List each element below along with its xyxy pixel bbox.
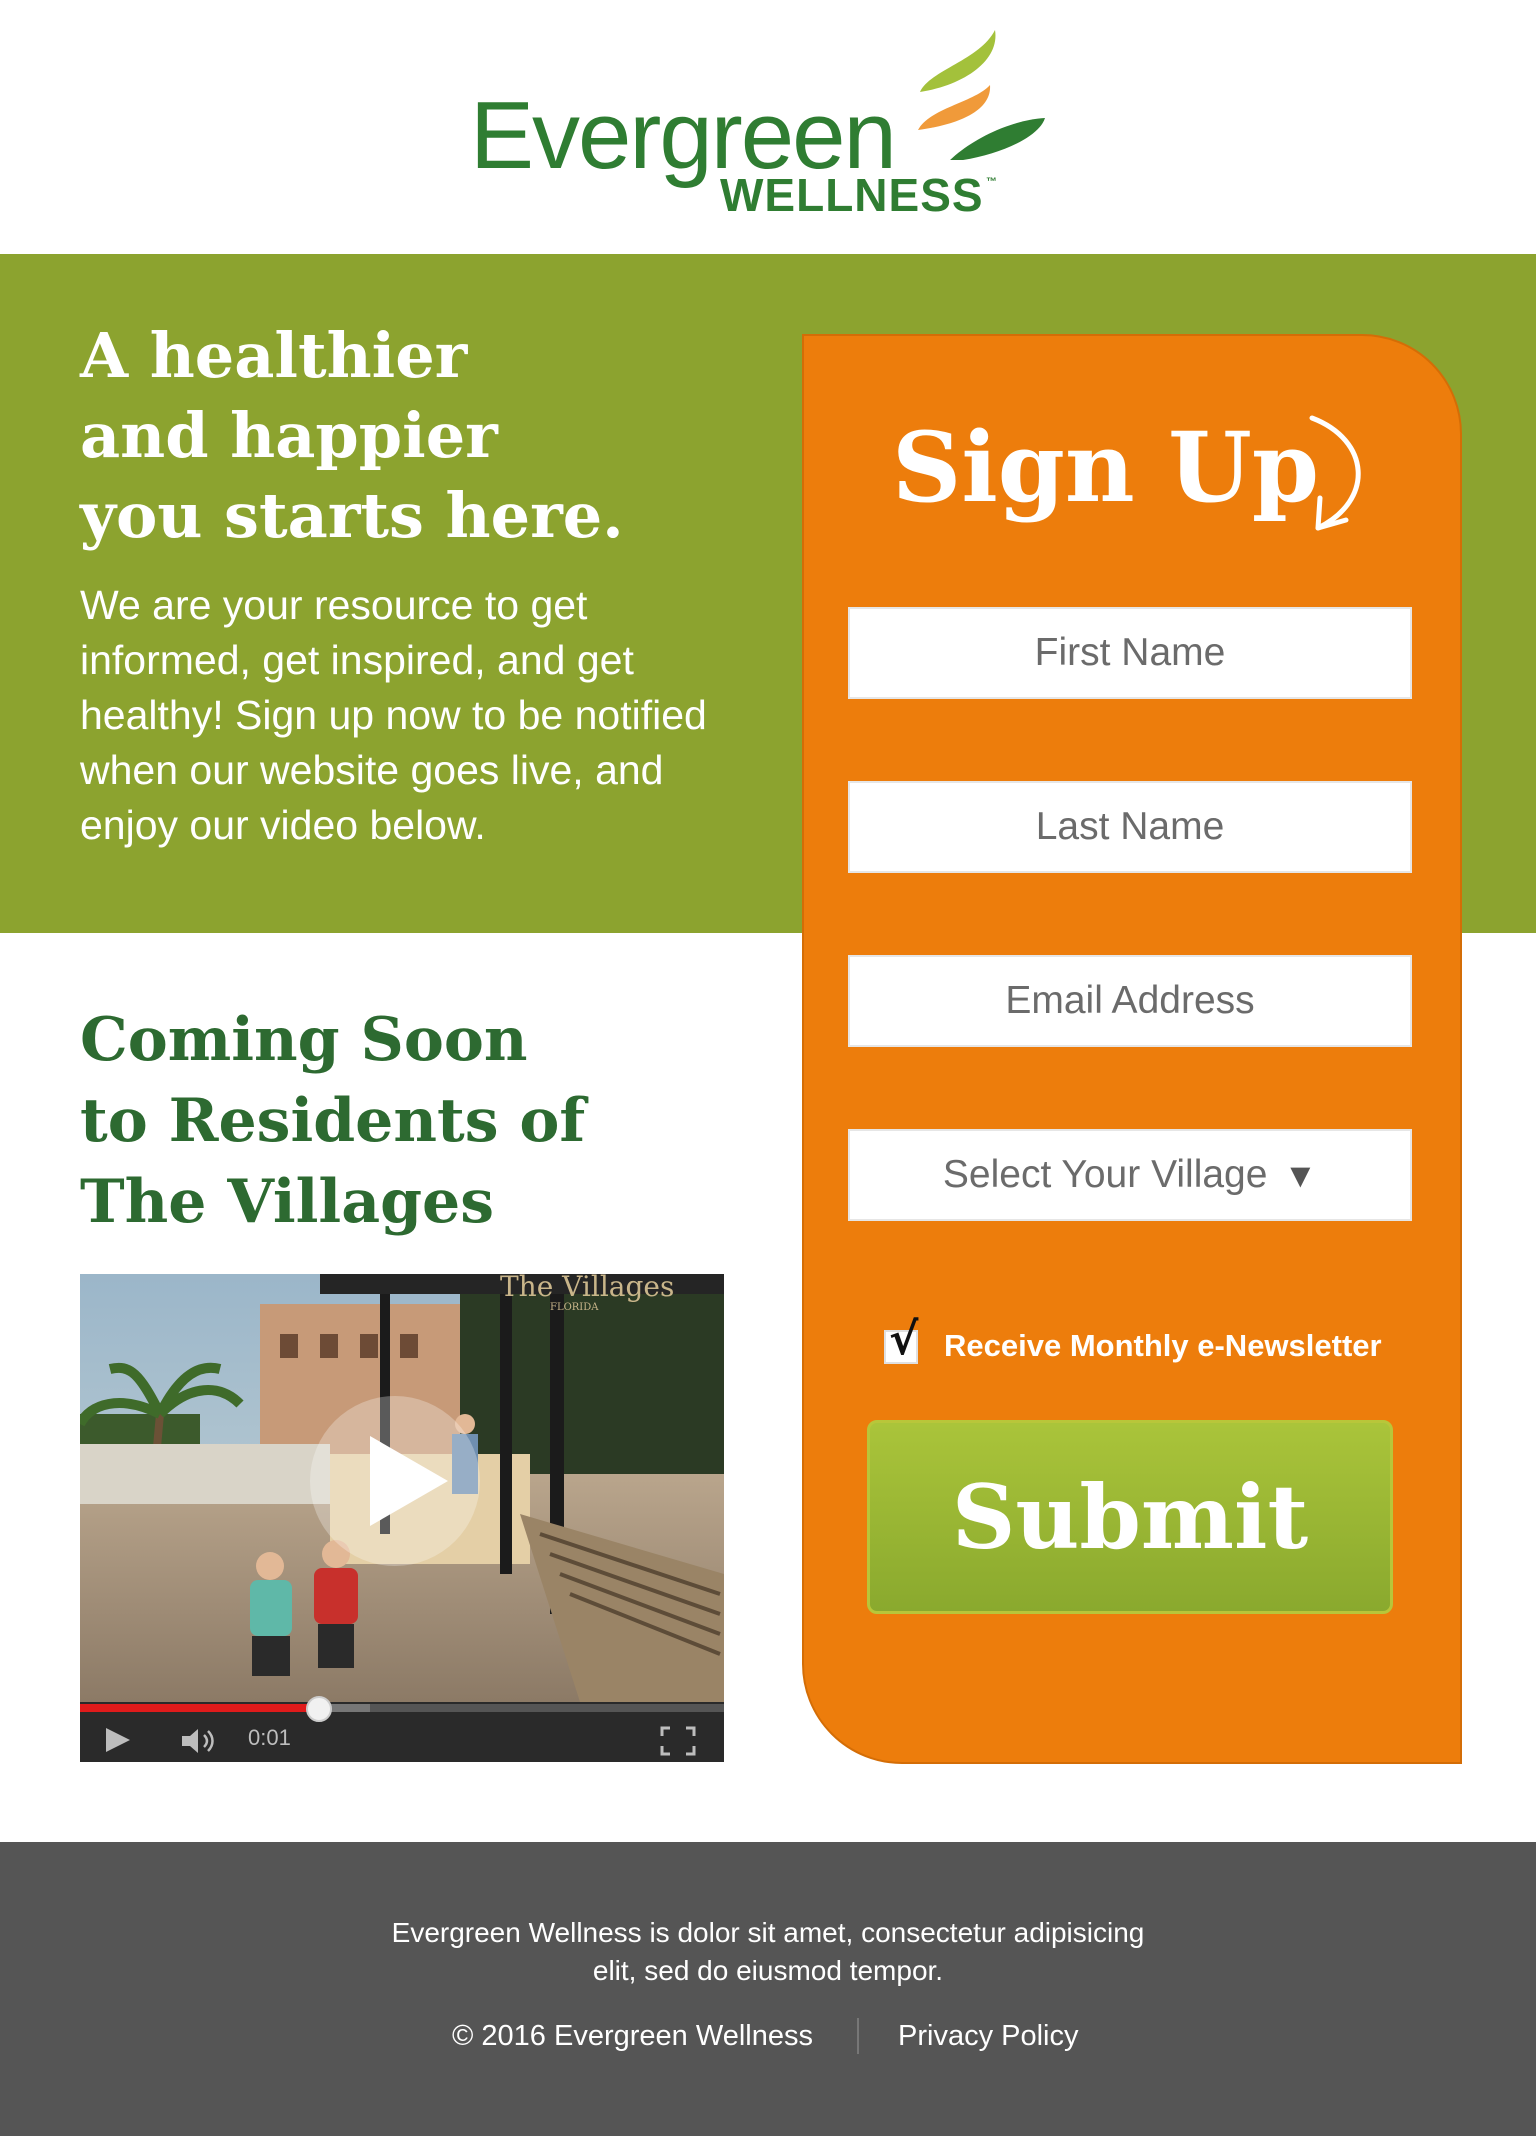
copyright-text: © 2016 Evergreen Wellness [452, 2020, 813, 2052]
newsletter-checkbox[interactable]: √ [884, 1314, 918, 1365]
video-player[interactable]: The Villages FLORIDA 0:01 [80, 1274, 724, 1762]
curved-arrow-icon [1309, 415, 1361, 531]
logo: Evergreen WELLNESS ™ [470, 30, 1070, 230]
hero-title-line: A healthier [80, 319, 468, 392]
coming-soon-line: Coming Soon [80, 1005, 528, 1075]
coming-soon-line: to Residents of [80, 1086, 586, 1156]
fullscreen-icon[interactable] [660, 1726, 696, 1756]
video-sign-text: The Villages [500, 1274, 674, 1303]
video-controls: 0:01 [80, 1696, 724, 1762]
video-sign-subtext: FLORIDA [550, 1302, 599, 1313]
hero-title: A healthier and happier you starts here. [80, 316, 720, 556]
footer-description: Evergreen Wellness is dolor sit amet, co… [391, 1917, 1145, 1986]
play-icon [370, 1436, 448, 1526]
footer-divider [857, 2018, 859, 2054]
video-time: 0:01 [248, 1725, 291, 1750]
last-name-field[interactable] [848, 781, 1412, 873]
trademark-symbol: ™ [986, 176, 997, 188]
checkmark-icon: √ [889, 1314, 919, 1365]
play-overlay-button[interactable] [310, 1396, 480, 1566]
hero-description: We are your resource to get informed, ge… [80, 582, 707, 848]
village-select[interactable]: Select Your Village ▼ [848, 1129, 1412, 1221]
hero-title-line: and happier [80, 399, 498, 472]
hero-title-line: you starts here. [80, 479, 624, 552]
play-control-icon[interactable] [106, 1728, 130, 1752]
footer: Evergreen Wellness is dolor sit amet, co… [0, 1842, 1536, 2136]
dropdown-arrow-icon: ▼ [1283, 1157, 1318, 1195]
newsletter-label: Receive Monthly e-Newsletter [944, 1328, 1382, 1363]
coming-soon-line: The Villages [80, 1167, 494, 1237]
progress-fill [80, 1704, 319, 1712]
signup-title: Sign Up [892, 411, 1319, 524]
privacy-policy-link[interactable]: Privacy Policy [898, 2020, 1079, 2053]
progress-bar[interactable] [80, 1696, 724, 1722]
first-name-field[interactable] [848, 607, 1412, 699]
email-field[interactable] [848, 955, 1412, 1047]
submit-button[interactable]: Submit [867, 1420, 1393, 1614]
village-select-label: Select Your Village [942, 1153, 1268, 1196]
logo-subtitle: WELLNESS [720, 169, 984, 221]
volume-icon[interactable] [180, 1726, 220, 1756]
coming-soon-heading: Coming Soon to Residents of The Villages [80, 1000, 760, 1243]
scrubber-handle[interactable] [306, 1696, 333, 1722]
leaf-logo-icon [918, 30, 1045, 160]
